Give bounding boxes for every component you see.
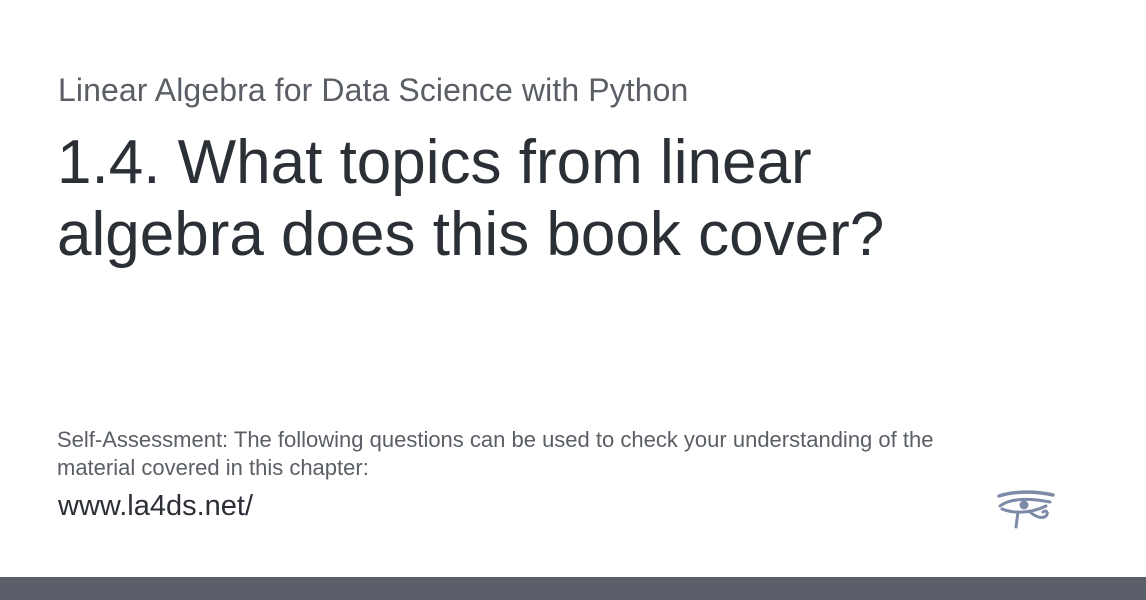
footer-bar bbox=[0, 577, 1146, 600]
eye-of-horus-icon bbox=[996, 489, 1056, 533]
page-title: 1.4. What topics from linear algebra doe… bbox=[57, 128, 885, 269]
page-description: Self-Assessment: The following questions… bbox=[57, 427, 934, 480]
social-card: Linear Algebra for Data Science with Pyt… bbox=[0, 0, 1146, 600]
site-url[interactable]: www.la4ds.net/ bbox=[58, 490, 253, 523]
site-title: Linear Algebra for Data Science with Pyt… bbox=[58, 72, 689, 108]
